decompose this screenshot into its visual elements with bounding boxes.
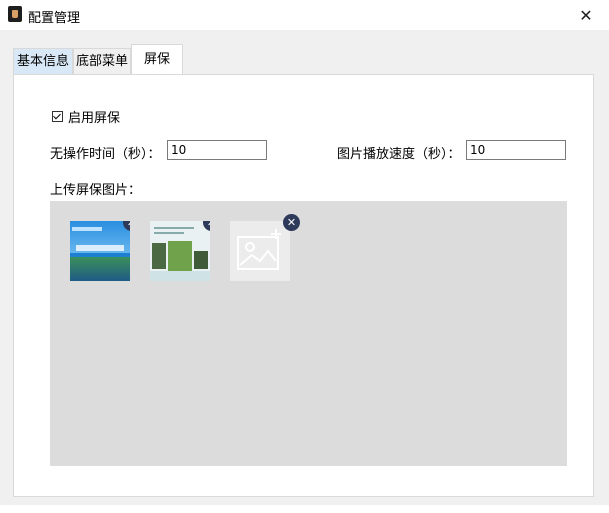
tab-bottom-menu[interactable]: 底部菜单 <box>73 48 131 74</box>
image-upload-area[interactable]: ✕ ✕ ✕ <box>50 201 567 466</box>
enable-screensaver-row[interactable]: 启用屏保 <box>52 107 120 126</box>
remove-image-icon[interactable]: ✕ <box>283 214 300 231</box>
window-title: 配置管理 <box>28 11 81 26</box>
enable-screensaver-label: 启用屏保 <box>68 111 121 126</box>
app-icon <box>8 6 22 22</box>
add-image-placeholder[interactable]: ✕ <box>230 214 300 281</box>
status-bar <box>0 505 609 513</box>
tab-screensaver[interactable]: 屏保 <box>131 44 183 75</box>
tab-basic-info[interactable]: 基本信息 <box>13 48 73 74</box>
enable-screensaver-checkbox[interactable] <box>52 111 63 122</box>
idle-time-input[interactable] <box>167 140 267 160</box>
close-button[interactable]: ✕ <box>563 0 609 30</box>
remove-image-icon[interactable]: ✕ <box>203 221 210 231</box>
image-placeholder-icon <box>237 229 281 270</box>
upload-images-label: 上传屏保图片： <box>50 183 142 198</box>
screensaver-panel: 启用屏保 无操作时间（秒）： 图片播放速度（秒）： 上传屏保图片： ✕ ✕ <box>13 74 594 497</box>
idle-time-label: 无操作时间（秒）： <box>50 147 161 162</box>
screensaver-image-thumbnail[interactable]: ✕ <box>150 221 210 281</box>
title-bar: 配置管理 ✕ <box>0 0 609 30</box>
play-speed-input[interactable] <box>466 140 566 160</box>
config-window: 配置管理 ✕ 基本信息 底部菜单 屏保 启用屏保 无操作时间（秒）： 图片播放速… <box>0 0 609 513</box>
screensaver-image-thumbnail[interactable]: ✕ <box>70 221 130 281</box>
play-speed-label: 图片播放速度（秒）： <box>337 147 461 162</box>
